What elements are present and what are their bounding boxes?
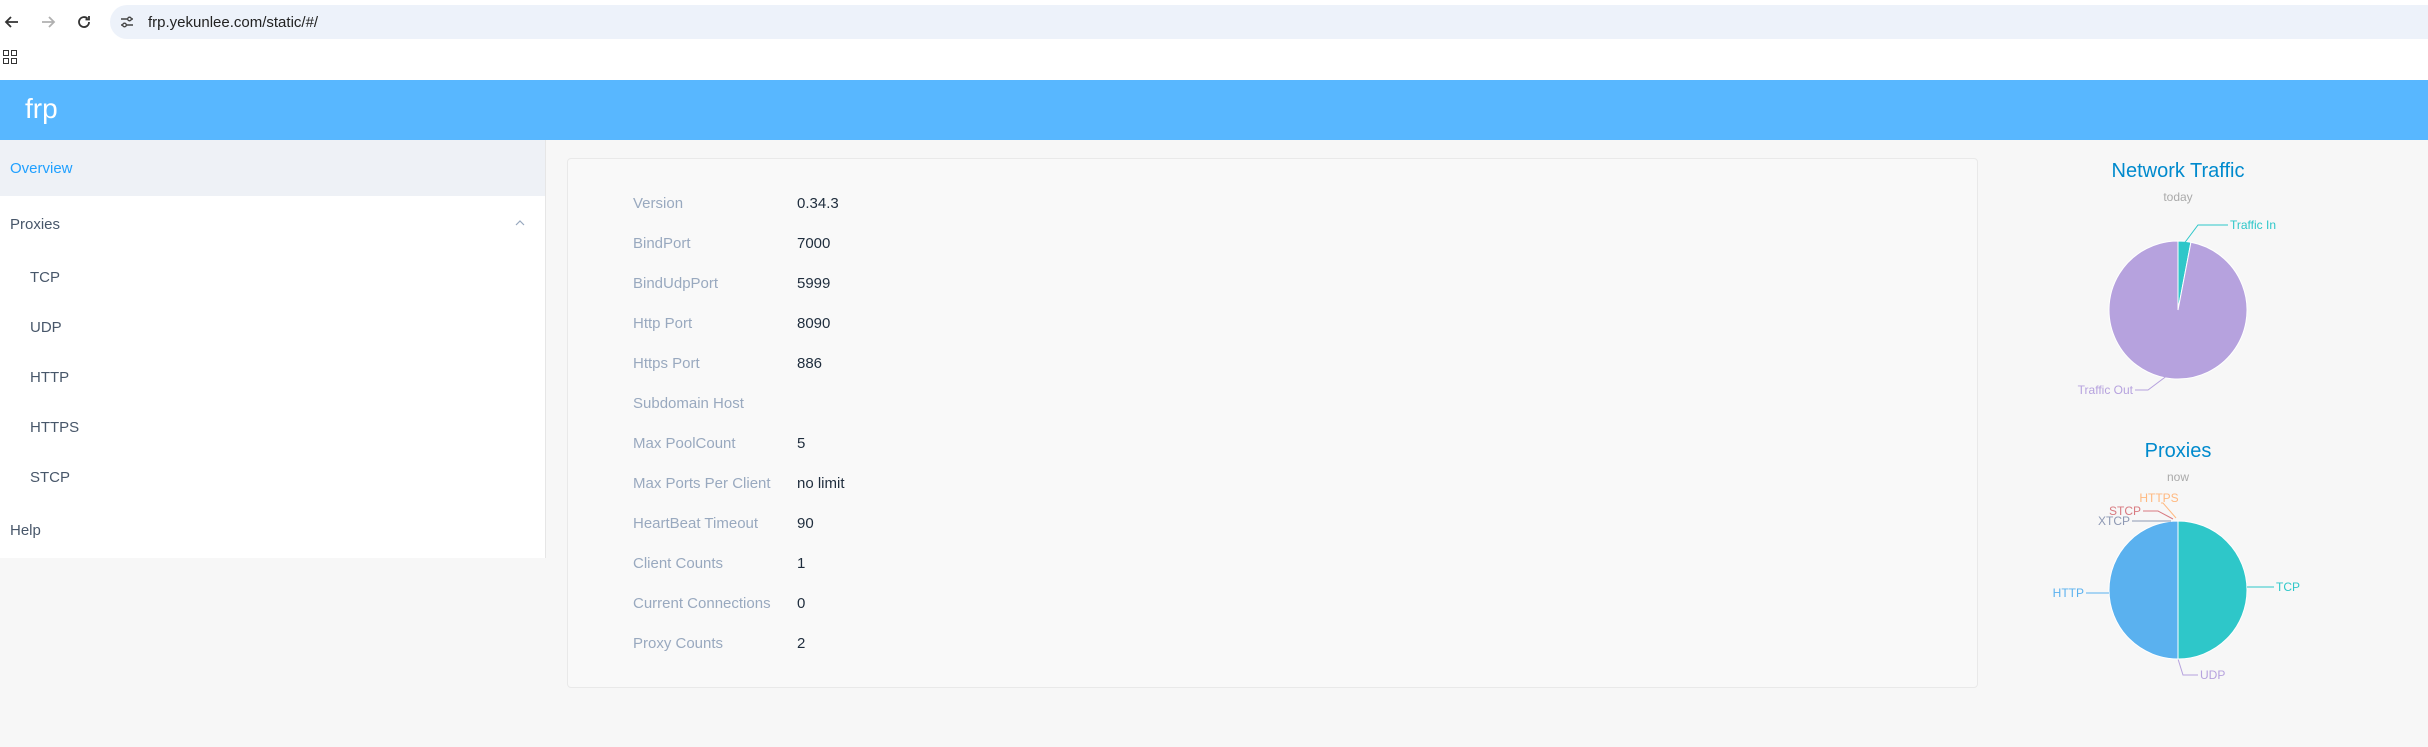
- info-label: HeartBeat Timeout: [633, 515, 759, 532]
- sidebar-item-help[interactable]: Help: [0, 502, 545, 558]
- info-row-proxy-counts: Proxy Counts 2: [568, 635, 1968, 655]
- traffic-pie-chart[interactable]: Traffic In Traffic Out: [2028, 205, 2328, 415]
- brand-logo[interactable]: frp: [25, 93, 58, 125]
- info-value: 2: [797, 635, 806, 652]
- info-value: no limit: [797, 475, 845, 492]
- info-row-current-connections: Current Connections 0: [568, 595, 1968, 615]
- info-label: Client Counts: [633, 555, 724, 572]
- sidebar-item-overview[interactable]: Overview: [0, 140, 545, 196]
- pie-slice-http[interactable]: [2108, 520, 2179, 660]
- server-info-panel: Version 0.34.3 BindPort 7000 BindUdpPort 59…: [567, 158, 1978, 688]
- legend-label-https[interactable]: HTTPS: [2139, 491, 2178, 505]
- forward-icon[interactable]: [36, 10, 60, 34]
- apps-grid-icon[interactable]: [3, 50, 19, 66]
- info-label: Current Connections: [633, 595, 771, 612]
- browser-toolbar: frp.yekunlee.com/static/#/: [0, 0, 2428, 44]
- info-label: Max PoolCount: [633, 435, 736, 452]
- info-value: 7000: [797, 235, 831, 252]
- info-value: 5: [797, 435, 806, 452]
- info-label: Version: [633, 195, 684, 212]
- info-value: 0: [797, 595, 806, 612]
- legend-label-tcp[interactable]: TCP: [2276, 580, 2300, 594]
- info-label: Max Ports Per Client: [633, 475, 771, 492]
- legend-label-udp[interactable]: UDP: [2200, 668, 2225, 682]
- legend-label-stcp[interactable]: STCP: [2109, 504, 2141, 518]
- info-row-heartbeat: HeartBeat Timeout 90: [568, 515, 1968, 535]
- traffic-chart-subtitle: today: [2163, 190, 2193, 204]
- info-row-bindudpport: BindUdpPort 5999: [568, 275, 1968, 295]
- legend-label-http[interactable]: HTTP: [2053, 586, 2084, 600]
- proxies-chart-title: Proxies: [2144, 440, 2212, 462]
- pie-slice-tcp[interactable]: [2177, 520, 2248, 660]
- sidebar-item-https[interactable]: HTTPS: [0, 402, 545, 452]
- info-row-bindport: BindPort 7000: [568, 235, 1968, 255]
- info-label: BindUdpPort: [633, 275, 719, 292]
- sidebar-item-stcp[interactable]: STCP: [0, 452, 545, 502]
- info-row-https-port: Https Port 886: [568, 355, 1968, 375]
- info-label: Http Port: [633, 315, 693, 332]
- address-bar[interactable]: frp.yekunlee.com/static/#/: [110, 5, 2428, 39]
- info-row-http-port: Http Port 8090: [568, 315, 1968, 335]
- traffic-chart-title: Network Traffic: [2111, 160, 2245, 182]
- label-line-https: [2161, 502, 2177, 519]
- proxies-pie-chart[interactable]: TCPUDPHTTPXTCPSTCPHTTPS: [2028, 485, 2328, 685]
- chevron-up-icon: [515, 220, 525, 226]
- bookmarks-bar: [0, 44, 2428, 80]
- legend-label-traffic-out[interactable]: Traffic Out: [2078, 383, 2134, 397]
- proxies-chart-subtitle: now: [2166, 470, 2189, 484]
- reload-icon[interactable]: [72, 10, 96, 34]
- label-line-stcp: [2143, 510, 2174, 520]
- info-label: BindPort: [633, 235, 691, 252]
- sidebar: Overview Proxies TCP UDP HTTP HTTPS STCP…: [0, 140, 546, 558]
- info-value: 0.34.3: [797, 195, 839, 212]
- info-label: Https Port: [633, 355, 700, 372]
- info-value: 5999: [797, 275, 831, 292]
- url-text[interactable]: frp.yekunlee.com/static/#/: [148, 14, 318, 31]
- app-header: frp: [0, 80, 2428, 140]
- info-value: 886: [797, 355, 823, 372]
- pie-slice-traffic-out[interactable]: [2108, 240, 2248, 380]
- info-value: 8090: [797, 315, 831, 332]
- sidebar-item-http[interactable]: HTTP: [0, 352, 545, 402]
- info-label: Proxy Counts: [633, 635, 724, 652]
- sidebar-item-tcp[interactable]: TCP: [0, 252, 545, 302]
- sidebar-item-proxies[interactable]: Proxies: [0, 196, 545, 252]
- sidebar-item-udp[interactable]: UDP: [0, 302, 545, 352]
- info-label: Subdomain Host: [633, 395, 744, 412]
- info-row-max-ports: Max Ports Per Client no limit: [568, 475, 1968, 495]
- sidebar-item-label: Proxies: [10, 215, 61, 233]
- info-value: 1: [797, 555, 806, 572]
- info-row-client-counts: Client Counts 1: [568, 555, 1968, 575]
- site-settings-icon[interactable]: [116, 11, 138, 33]
- label-line-udp: [2177, 658, 2198, 676]
- info-row-subdomain-host: Subdomain Host: [568, 395, 1968, 415]
- legend-label-traffic-in[interactable]: Traffic In: [2230, 218, 2276, 232]
- info-value: 90: [797, 515, 814, 532]
- info-row-max-poolcount: Max PoolCount 5: [568, 435, 1968, 455]
- info-row-version: Version 0.34.3: [568, 195, 1968, 215]
- back-icon[interactable]: [0, 10, 24, 34]
